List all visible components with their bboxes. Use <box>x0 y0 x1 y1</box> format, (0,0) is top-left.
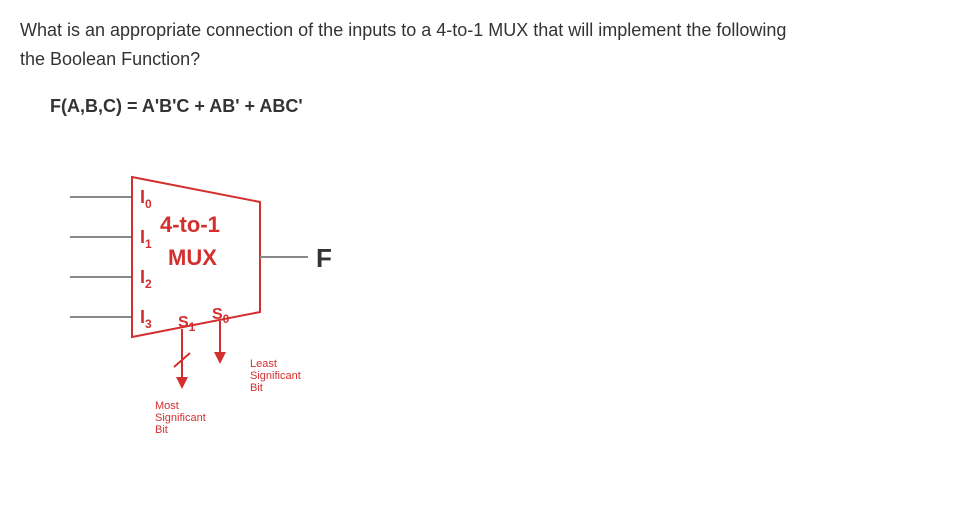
question-text: What is an appropriate connection of the… <box>20 16 934 74</box>
label-output: F <box>316 243 332 273</box>
label-i0: I0 <box>140 187 152 211</box>
mux-title-1: 4-to-1 <box>160 212 220 237</box>
label-i3: I3 <box>140 307 152 331</box>
arrow-s0 <box>214 352 226 364</box>
msb-label: Most Significant Bit <box>155 400 209 436</box>
question-line-1: What is an appropriate connection of the… <box>20 20 786 40</box>
mux-diagram: I0 I1 I2 I3 4-to-1 MUX S1 S0 F Most Sign… <box>60 157 934 462</box>
label-i1: I1 <box>140 227 152 251</box>
lsb-label: Least Significant Bit <box>250 358 304 394</box>
boolean-formula: F(A,B,C) = A'B'C + AB' + ABC' <box>50 96 934 117</box>
label-s1: S1 <box>178 314 196 334</box>
question-line-2: the Boolean Function? <box>20 49 200 69</box>
mux-title-2: MUX <box>168 245 217 270</box>
arrow-s1 <box>176 377 188 389</box>
label-i2: I2 <box>140 267 152 291</box>
mux-svg: I0 I1 I2 I3 4-to-1 MUX S1 S0 F Most Sign… <box>60 157 400 457</box>
